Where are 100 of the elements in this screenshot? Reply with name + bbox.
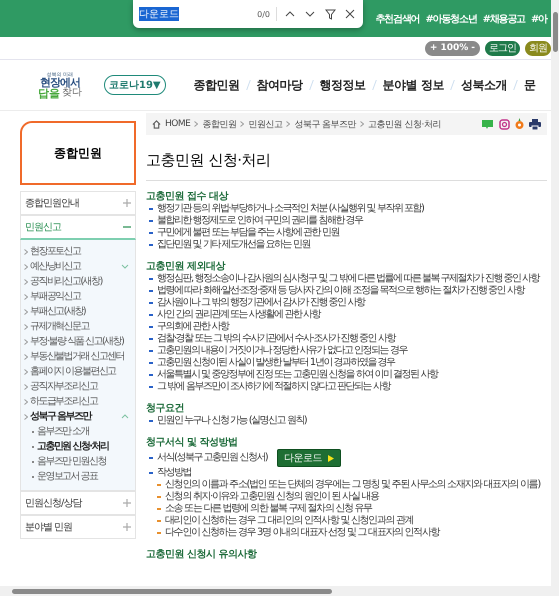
bullet-icon: [24, 278, 28, 284]
list-item: 작성방법: [157, 467, 191, 479]
chevron-right-icon: [360, 121, 364, 127]
sidebar-subitem[interactable]: 부패공익신고: [30, 291, 80, 302]
bullet-icon: [24, 398, 28, 404]
download-button[interactable]: 다운로드: [277, 449, 342, 467]
breadcrumb-link[interactable]: 고충민원 신청·처리: [368, 118, 441, 130]
hashtag-link[interactable]: #채용공고: [482, 12, 526, 26]
sidebar-subitem[interactable]: 옴부즈만 소개: [37, 426, 89, 437]
horizontal-scrollbar[interactable]: [0, 586, 551, 596]
nav-item[interactable]: 성북소개: [460, 76, 507, 94]
sidebar-subitem[interactable]: 부정·불량 식품 신고(새창): [30, 336, 124, 347]
sidebar-subitem[interactable]: 고충민원 신청·처리: [37, 441, 108, 452]
filter-button[interactable]: [323, 7, 337, 21]
bullet-icon: [24, 338, 28, 344]
hashtag-link[interactable]: #아: [531, 12, 547, 26]
account-button[interactable]: 회원: [525, 40, 551, 56]
sidebar-label[interactable]: 민원신고: [25, 220, 61, 234]
list-item: 행정심판, 행정소송이나 감사원의 심사청구 및 그 밖에 다른 법률에 따른 불복 구제절차가 진행 중인 사항: [157, 273, 540, 285]
print-icon[interactable]: [529, 118, 541, 130]
section-heading: 청구서식 및 작성방법: [146, 436, 238, 449]
list-item: 신청의 취지·이유와 고충민원 신청의 원인이 된 사실 내용: [165, 491, 379, 503]
bullet-icon: [24, 264, 28, 270]
close-icon: [345, 9, 355, 19]
section-heading: 고충민원 신청시 유의사항: [146, 548, 258, 561]
list-item: 행정기관 등의 위법·부당하거나 소극적인 처분 (사실행위 및 부작위 포함): [157, 203, 424, 215]
plus-icon[interactable]: [123, 523, 131, 531]
bullet-icon: [24, 384, 28, 390]
sidebar-label[interactable]: 분야별 민원: [25, 520, 72, 534]
home-icon[interactable]: [152, 120, 161, 128]
chevron-up-icon: [121, 414, 129, 419]
sidebar-subitem[interactable]: 공직자부조리신고: [30, 381, 98, 392]
speech-bubble-icon[interactable]: [481, 118, 494, 130]
nav-item[interactable]: 행정정보: [320, 76, 366, 94]
nav-item[interactable]: 종합민원: [194, 76, 240, 94]
plus-icon[interactable]: [123, 499, 131, 507]
breadcrumb-link[interactable]: HOME: [165, 119, 190, 129]
filter-icon: [324, 8, 336, 20]
breadcrumb-link[interactable]: 민원신고: [248, 118, 282, 130]
carrot-icon[interactable]: [515, 118, 524, 130]
list-item: 고충민원 신청이된 사실이 발생한 날부터 1년이 경과하였을 경우: [157, 357, 395, 369]
plus-icon[interactable]: [123, 199, 131, 207]
hashtag-link[interactable]: #아동청소년: [425, 12, 477, 26]
sidebar-subitem[interactable]: 하도급부조리신고: [30, 396, 98, 407]
sidebar-subitem[interactable]: 성북구 옴부즈만: [30, 411, 91, 422]
list-item: 불합리한 행정제도로 인하여 구민의 권리를 침해한 경우: [157, 215, 363, 227]
sidebar-item[interactable]: 종합민원안내: [20, 191, 136, 215]
sidebar-subitem[interactable]: 규제개혁신문고: [30, 321, 89, 332]
chevron-down-icon: [305, 11, 315, 17]
list-item: 검찰·경찰 또는 그 밖의 수사기관에서 수사·조사가 진행 중인 사항: [157, 333, 395, 345]
section-heading: 고충민원 제외대상: [146, 260, 226, 273]
close-button[interactable]: [343, 7, 357, 21]
list-item: 소송 또는 다른 법령에 의한 불복 구제 절차의 신청 유무: [165, 503, 372, 515]
list-item: 그 밖에 옴부즈만이 조사하기에 적절하지 않다고 판단되는 사항: [157, 381, 390, 393]
list-item: 민원인 누구나 신청 가능 (실명신고 원칙): [157, 415, 306, 427]
sidebar-label[interactable]: 민원신청/상담: [25, 496, 82, 510]
list-item: 고충민원의 내용이 거짓이거나 정당한 사유가 없다고 인정되는 경우: [157, 345, 407, 357]
page-title: 고충민원 신청·처리: [146, 151, 547, 181]
bullet-icon: [24, 324, 28, 330]
bullet-icon: [24, 414, 28, 420]
sidebar-subitem[interactable]: 부패신고(새창): [30, 306, 86, 317]
recommended-label: 추천검색어: [375, 12, 420, 26]
list-item: 사인 간의 권리관계 또는 사생활에 관한 사항: [157, 309, 320, 321]
sidebar-subitem[interactable]: 공직비리신고(새창): [30, 276, 102, 287]
chevron-right-icon: [194, 121, 198, 127]
vertical-scrollbar[interactable]: [551, 0, 559, 596]
sidebar-subitem[interactable]: 옴부즈만 민원신청: [37, 456, 106, 467]
breadcrumb-link[interactable]: 성북구 옴부즈만: [294, 118, 356, 130]
sidebar-subitem[interactable]: 운영보고서 공표: [37, 471, 98, 482]
find-field[interactable]: 다운로드 0/0: [139, 7, 277, 21]
play-icon: [328, 454, 334, 462]
sidebar-subitem[interactable]: 홈페이지 이용불편신고: [30, 366, 116, 377]
account-button[interactable]: 로그인: [485, 40, 520, 56]
nav-item[interactable]: 참여마당: [256, 76, 303, 94]
list-item: 법령에 따라 화해·알선·조정·중재 등 당사자 간의 이해 조정을 목적으로 행하는 절차가 진행 중인 사항: [157, 285, 524, 297]
bullet-icon: [24, 308, 28, 314]
covid-menu-button[interactable]: 코로나19▼: [104, 75, 166, 95]
nav-item[interactable]: 문: [524, 76, 536, 94]
section-heading: 고충민원 접수 대상: [146, 190, 230, 203]
sidebar-label[interactable]: 종합민원안내: [25, 196, 79, 210]
instagram-icon[interactable]: [499, 118, 510, 130]
list-item: 구의회에 관한 사항: [157, 321, 228, 333]
bullet-icon: [24, 354, 28, 360]
chevron-down-icon: [121, 264, 129, 269]
sidebar-item[interactable]: 민원신청/상담: [20, 491, 136, 515]
sidebar-subitem[interactable]: 현장포토신고: [30, 246, 80, 257]
list-item: 서식(성북구 고충민원 신청서): [157, 452, 268, 464]
list-item: 다수인이 신청하는 경우 3명 이내의 대표자 선정 및 그 대표자의 인적사항: [165, 527, 440, 539]
list-item: 신청인의 이름과 주소(법인 또는 단체의 경우에는 그 명칭 및 주된 사무소의 소재지와 대표자의 이름): [165, 479, 540, 491]
breadcrumb-link[interactable]: 종합민원: [202, 118, 236, 130]
list-item: 대리인이 신청하는 경우 그 대리인의 인적사항 및 신청인과의 관계: [165, 515, 414, 527]
zoom-level: 100%: [440, 43, 468, 53]
sidebar-title: 종합민원: [20, 121, 136, 185]
sidebar-subitem[interactable]: 예산낭비신고: [30, 261, 80, 272]
nav-item[interactable]: 분야별 정보: [382, 76, 444, 94]
list-item: 감사원이나 그 밖의 행정기관에서 감사가 진행 중인 사항: [157, 297, 364, 309]
list-item: 서울특별시 및 중앙정부에 진정 또는 고충민원 신청을 하여 이미 결정된 사항: [157, 369, 438, 381]
section-heading: 청구요건: [146, 402, 185, 415]
sidebar-subitem[interactable]: 부동산불법거래 신고센터: [30, 351, 124, 362]
sidebar-item[interactable]: 분야별 민원: [20, 515, 136, 539]
